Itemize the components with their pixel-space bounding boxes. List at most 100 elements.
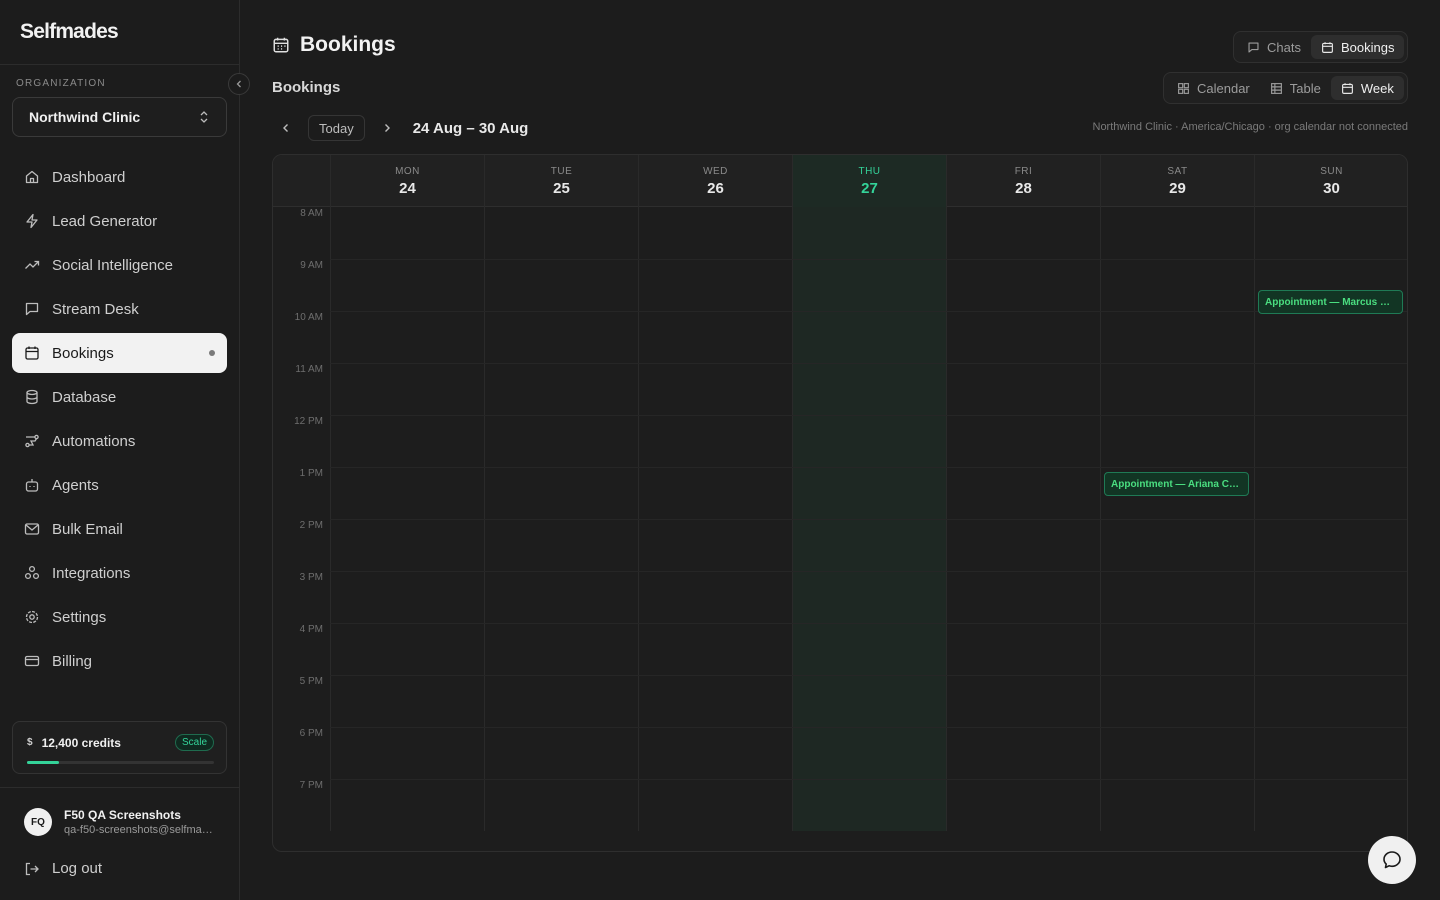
sidebar-item-label: Settings [52,608,107,626]
hour-label: 6 PM [299,728,323,739]
tab-label: Bookings [1340,39,1395,55]
sidebar-item-agents[interactable]: Agents [12,465,227,505]
sidebar-item-label: Bulk Email [52,520,123,538]
sidebar-item-stream-desk[interactable]: Stream Desk [12,289,227,329]
day-of-week-label: SAT [1167,165,1188,177]
sidebar-item-label: Automations [52,432,136,450]
logout-icon [24,861,40,877]
sidebar-item-integrations[interactable]: Integrations [12,553,227,593]
brand-logo: Selfmades [20,20,119,43]
day-header-fri: FRI 28 [946,155,1100,207]
calendar-header: MON 24 TUE 25 WED 26 THU 27 FRI 28 SAT 29 SUN 30 [273,155,1407,207]
sidebar-item-bulk-email[interactable]: Bulk Email [12,509,227,549]
workflow-icon [24,433,40,449]
previous-week-button[interactable] [272,115,300,141]
day-number-label: 26 [707,179,724,197]
chevron-right-icon [384,124,390,132]
bolt-icon [24,213,40,229]
hour-gridline [330,311,1407,312]
day-header-thu: THU 27 [792,155,946,207]
day-of-week-label: TUE [550,165,573,177]
sidebar-item-database[interactable]: Database [12,377,227,417]
user-profile[interactable]: FQ F50 QA Screenshots qa-f50-screenshots… [24,808,214,836]
day-header-mon: MON 24 [330,155,484,207]
sidebar-item-label: Social Intelligence [52,256,173,274]
sidebar-item-bookings[interactable]: Bookings [12,333,227,373]
hour-label: 5 PM [299,676,323,687]
hour-label: 9 AM [300,260,323,271]
gear-icon [24,609,40,625]
tab-label: Calendar [1197,80,1250,96]
sidebar-item-label: Agents [52,476,99,494]
sidebar-item-lead-generator[interactable]: Lead Generator [12,201,227,241]
sidebar: Selfmades ORGANIZATION Northwind Clinic … [0,0,250,900]
collapse-sidebar-button[interactable] [228,73,250,95]
logout-button[interactable]: Log out [24,860,102,877]
puzzle-icon [24,565,40,581]
day-header-sat: SAT 29 [1100,155,1254,207]
day-header-sun: SUN 30 [1254,155,1407,207]
credits-progress-fill [27,761,59,764]
active-dot [209,350,215,356]
hour-label: 10 AM [294,312,323,323]
hour-label: 3 PM [299,572,323,583]
tab-week[interactable]: Week [1330,76,1404,100]
sidebar-item-label: Billing [52,652,93,670]
day-header-tue: TUE 25 [484,155,638,207]
hour-gridline [330,779,1407,780]
sidebar-item-billing[interactable]: Billing [12,641,227,681]
hour-gridline [330,259,1407,260]
day-number-label: 29 [1169,179,1186,197]
sidebar-item-settings[interactable]: Settings [12,597,227,637]
tab-table[interactable]: Table [1260,76,1331,100]
hour-label: 2 PM [299,520,323,531]
tab-label: Table [1289,80,1321,96]
view-tabs: Calendar Table Week [1163,72,1408,104]
credits-card[interactable]: $ 12,400 credits Scale [12,721,227,774]
page-title-text: Bookings [300,33,396,56]
day-number-label: 24 [399,179,416,197]
sidebar-item-label: Lead Generator [52,212,158,230]
day-of-week-label: FRI [1014,165,1033,177]
org-name: Northwind Clinic [29,109,141,125]
today-button[interactable]: Today [308,115,365,141]
tab-calendar[interactable]: Calendar [1167,76,1260,100]
day-number-label: 30 [1323,179,1340,197]
card-icon [24,653,40,669]
tab-label: Week [1360,80,1394,96]
date-range: 24 Aug – 30 Aug [412,119,529,137]
sidebar-item-label: Bookings [52,344,114,362]
hour-gridline [330,571,1407,572]
top-tabs: Chats Bookings [1233,31,1409,63]
sidebar-item-automations[interactable]: Automations [12,421,227,461]
chat-bubble-icon [1383,851,1401,869]
next-week-button[interactable] [373,115,401,141]
user-name: F50 QA Screenshots [64,808,181,822]
credits-progress [27,761,214,764]
credits-label: 12,400 credits [41,735,121,750]
hour-gridline [330,675,1407,676]
sidebar-item-dashboard[interactable]: Dashboard [12,157,227,197]
booking-event-label: Appointment — Ariana Cole [1111,478,1242,490]
sidebar-item-label: Integrations [52,564,131,582]
hour-gridline [330,727,1407,728]
day-of-week-label: THU [858,165,881,177]
hour-label: 8 AM [300,208,323,219]
sidebar-item-social-intelligence[interactable]: Social Intelligence [12,245,227,285]
org-select[interactable]: Northwind Clinic [12,97,227,137]
calendar-icon [24,345,40,361]
chevron-updown-icon [200,111,208,123]
hour-gridline [330,519,1407,520]
booking-event[interactable]: Appointment — Ariana Cole [1104,472,1249,497]
sidebar-divider [0,64,239,65]
tab-bookings[interactable]: Bookings [1310,35,1405,59]
chat-launcher-button[interactable] [1368,836,1416,884]
sidebar-item-label: Database [52,388,117,406]
dollar-icon: $ [27,737,33,748]
page-title: Bookings [272,33,396,57]
tab-chats[interactable]: Chats [1237,35,1311,59]
bot-icon [24,477,40,493]
day-of-week-label: WED [703,165,728,177]
booking-event[interactable]: Appointment — Marcus Bell [1258,290,1403,315]
week-calendar: MON 24 TUE 25 WED 26 THU 27 FRI 28 SAT 29 SUN 30 8 AM… [272,154,1408,852]
